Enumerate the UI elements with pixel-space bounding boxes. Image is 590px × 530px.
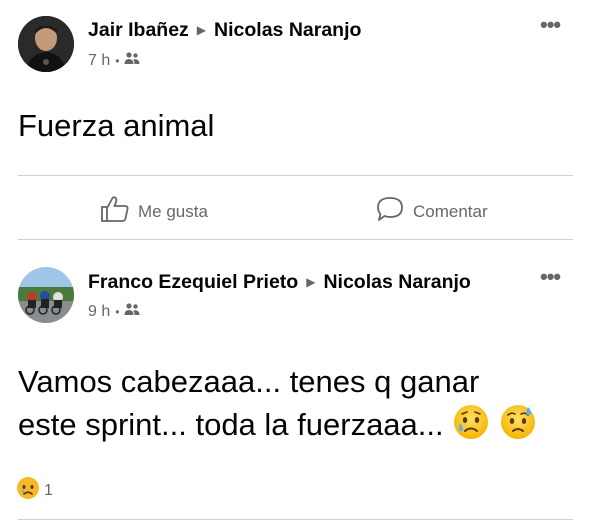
post-text: Vamos cabezaaa... tenes q ganar este spr…: [18, 360, 578, 452]
group-icon: [124, 51, 140, 70]
author-name[interactable]: Franco Ezequiel Prieto: [88, 271, 298, 293]
post-text-line: este sprint... toda la fuerzaaa...: [18, 403, 578, 452]
thumbs-up-icon: [100, 195, 130, 228]
divider: [18, 239, 573, 240]
post-text-line: Vamos cabezaaa... tenes q ganar: [18, 364, 480, 399]
sad-sweat-emoji-icon: [499, 403, 537, 452]
recipient-name[interactable]: Nicolas Naranjo: [214, 19, 361, 41]
sad-sweat-emoji-icon: [452, 403, 490, 452]
group-icon: [124, 302, 140, 321]
post-header: Franco Ezequiel Prieto ▶ Nicolas Naranjo: [88, 271, 471, 294]
more-options-button[interactable]: •••: [540, 266, 561, 288]
sad-reaction-icon: [16, 476, 40, 505]
post-meta: 7 h •: [88, 51, 140, 70]
divider: [18, 175, 573, 176]
post-meta: 9 h •: [88, 302, 140, 321]
comment-button[interactable]: Comentar: [375, 195, 488, 228]
arrow-right-icon: ▶: [306, 275, 316, 289]
comment-icon: [375, 195, 405, 228]
author-name[interactable]: Jair Ibañez: [88, 19, 189, 41]
like-label: Me gusta: [138, 201, 208, 221]
meta-separator: •: [115, 53, 120, 68]
reaction-count: 1: [44, 481, 53, 499]
comment-label: Comentar: [413, 201, 488, 221]
author-avatar[interactable]: [18, 267, 74, 323]
recipient-name[interactable]: Nicolas Naranjo: [323, 271, 470, 293]
post-time[interactable]: 7 h: [88, 52, 110, 70]
meta-separator: •: [115, 304, 120, 319]
post-text: Fuerza animal: [18, 108, 215, 143]
author-avatar[interactable]: [18, 16, 74, 72]
arrow-right-icon: ▶: [196, 23, 207, 37]
like-button[interactable]: Me gusta: [100, 195, 208, 228]
post-header: Jair Ibañez ▶ Nicolas Naranjo: [88, 19, 361, 42]
reaction-summary[interactable]: 1: [16, 476, 53, 505]
post-time[interactable]: 9 h: [88, 303, 110, 321]
divider: [18, 519, 573, 520]
more-options-button[interactable]: •••: [540, 14, 561, 36]
